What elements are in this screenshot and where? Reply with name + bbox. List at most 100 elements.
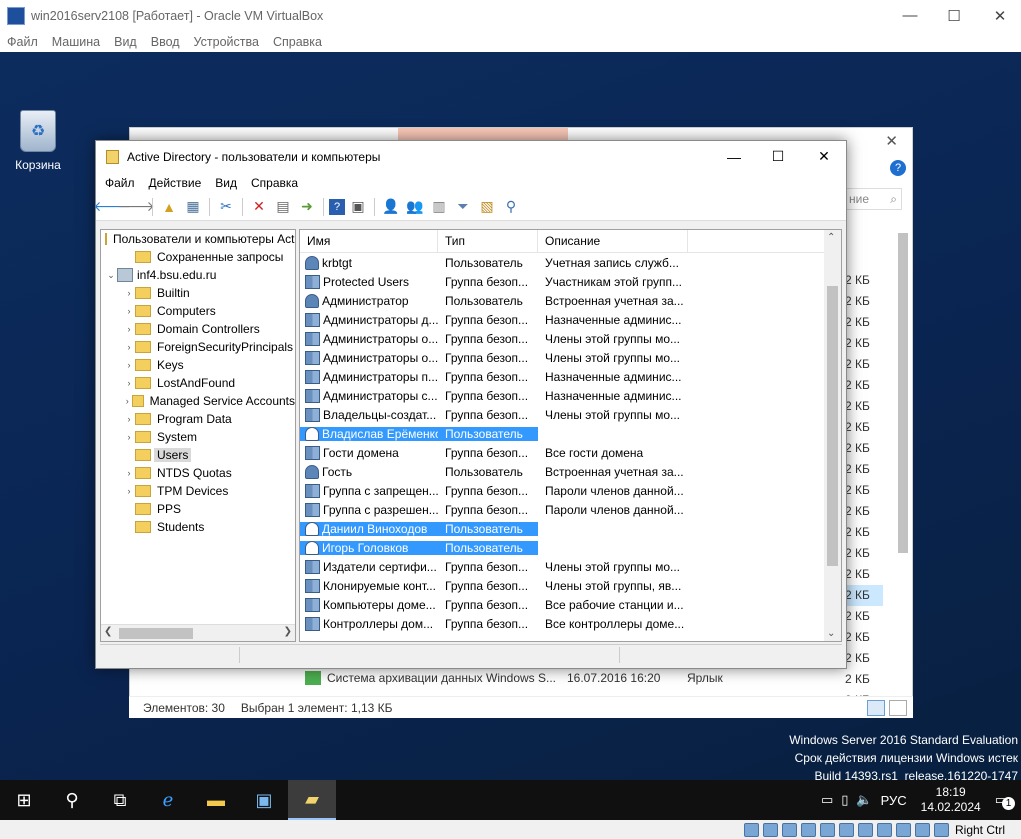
expand-arrow-icon[interactable]: › — [123, 378, 135, 388]
list-pane[interactable]: Имя Тип Описание krbtgt Пользователь Учетн… — [299, 229, 842, 642]
filter-icon[interactable]: ⏷ — [452, 196, 474, 218]
tree-item[interactable]: › NTDS Quotas — [101, 464, 295, 482]
ad-close-button[interactable]: ✕ — [801, 141, 847, 172]
list-row[interactable]: Администратор Пользователь Встроенная учет… — [300, 291, 841, 310]
list-row[interactable]: Компьютеры доме... Группа безоп... Все раб… — [300, 595, 841, 614]
search-box-text[interactable]: ние — [849, 192, 869, 206]
column-header-name[interactable]: Имя — [300, 230, 438, 253]
internet-explorer-icon[interactable]: ℯ — [144, 780, 192, 820]
tree-item[interactable]: PPS — [101, 500, 295, 518]
expand-arrow-icon[interactable]: › — [123, 486, 135, 496]
list-row[interactable]: Гость Пользователь Встроенная учетная за..… — [300, 462, 841, 481]
list-row[interactable]: Гости домена Группа безоп... Все гости дом… — [300, 443, 841, 462]
start-button[interactable]: ⊞ — [0, 780, 48, 820]
ad-minimize-button[interactable]: — — [711, 141, 757, 172]
tree-pane[interactable]: Пользователи и компьютеры Active Directo… — [100, 229, 296, 642]
properties-icon[interactable]: ▤ — [272, 196, 294, 218]
expand-arrow-icon[interactable]: › — [123, 414, 135, 424]
virtualization-status-icon[interactable] — [895, 822, 911, 837]
tree-item[interactable]: › Program Data — [101, 410, 295, 428]
tree-item[interactable]: › LostAndFound — [101, 374, 295, 392]
column-header-description[interactable]: Описание — [538, 230, 688, 253]
list-row[interactable]: Группа с разрешен... Группа безоп... Парол… — [300, 500, 841, 519]
help-toolbar-icon[interactable]: ? — [329, 198, 345, 215]
list-row[interactable]: Администраторы с... Группа безоп... Назнач… — [300, 386, 841, 405]
list-row[interactable]: Клонируемые конт... Группа безоп... Члены … — [300, 576, 841, 595]
tree-item[interactable]: › ForeignSecurityPrincipals — [101, 338, 295, 356]
help-icon[interactable]: ? — [890, 160, 906, 176]
cut-icon[interactable]: ✂ — [215, 196, 237, 218]
keyboard-capture-icon[interactable] — [933, 822, 949, 837]
display-status-icon[interactable] — [857, 822, 873, 837]
find-users-icon[interactable]: ⚲ — [500, 196, 522, 218]
ad-taskbar-icon[interactable]: ▰ — [288, 780, 336, 820]
tree-item[interactable]: › Managed Service Accounts — [101, 392, 295, 410]
recycle-bin-shortcut[interactable]: ♻ Корзина — [10, 110, 66, 172]
vbox-menu-help[interactable]: Справка — [266, 35, 329, 49]
tree-item[interactable]: › Domain Controllers — [101, 320, 295, 338]
network-status-icon[interactable] — [800, 822, 816, 837]
new-user-icon[interactable]: 👤 — [380, 196, 402, 218]
language-indicator[interactable]: РУС — [877, 793, 911, 808]
list-row[interactable]: Администраторы о... Группа безоп... Члены … — [300, 348, 841, 367]
expand-arrow-icon[interactable]: › — [123, 360, 135, 370]
show-tree-icon[interactable]: ▦ — [182, 196, 204, 218]
ad-menu-file[interactable]: Файл — [98, 176, 142, 190]
clock[interactable]: 18:19 14.02.2024 — [911, 785, 991, 815]
list-row[interactable]: Владислав Ерёменко Пользователь — [300, 424, 841, 443]
vbox-menu-machine[interactable]: Машина — [45, 35, 107, 49]
maximize-button[interactable]: ☐ — [931, 0, 977, 31]
export-list-icon[interactable]: ➜ — [296, 196, 318, 218]
expand-arrow-icon[interactable]: › — [123, 432, 135, 442]
explorer-file-row[interactable]: Система архивации данных Windows S... 16… — [305, 668, 865, 688]
tree-item[interactable]: › Builtin — [101, 284, 295, 302]
file-explorer-icon[interactable]: ▬ — [192, 780, 240, 820]
expand-arrow-icon[interactable]: › — [123, 468, 135, 478]
tree-item[interactable]: Students — [101, 518, 295, 536]
up-folder-icon[interactable]: ▲ — [158, 196, 180, 218]
list-row[interactable]: Игорь Головков Пользователь — [300, 538, 841, 557]
shared-folders-icon[interactable] — [838, 822, 854, 837]
ad-menu-help[interactable]: Справка — [244, 176, 305, 190]
tree-item[interactable]: Сохраненные запросы — [101, 248, 295, 266]
list-row[interactable]: Группа с запрещен... Группа безоп... Парол… — [300, 481, 841, 500]
tree-horizontal-scrollbar[interactable]: ❮ ❯ — [101, 624, 295, 641]
new-ou-icon[interactable]: ▥ — [428, 196, 450, 218]
list-row[interactable]: Protected Users Группа безоп... Участникам… — [300, 272, 841, 291]
tree-item[interactable]: Users — [101, 446, 295, 464]
volume-icon[interactable]: 🔈 — [852, 792, 876, 808]
list-row[interactable]: Администраторы д... Группа безоп... Назнач… — [300, 310, 841, 329]
usb-status-icon[interactable] — [819, 822, 835, 837]
action-pane-icon[interactable]: ▣ — [347, 196, 369, 218]
expand-arrow-icon[interactable]: › — [123, 306, 135, 316]
ad-maximize-button[interactable]: ☐ — [755, 141, 801, 172]
list-row[interactable]: Даниил Виноходов Пользователь — [300, 519, 841, 538]
vbox-menu-file[interactable]: Файл — [0, 35, 45, 49]
tree-item[interactable]: › TPM Devices — [101, 482, 295, 500]
column-header-type[interactable]: Тип — [438, 230, 538, 253]
ad-users-computers-window[interactable]: Active Directory - пользователи и компью… — [93, 140, 847, 669]
network-icon[interactable]: ▭ — [817, 792, 837, 808]
recording-status-icon[interactable] — [876, 822, 892, 837]
expand-arrow-icon[interactable]: › — [123, 342, 135, 352]
list-row[interactable]: krbtgt Пользователь Учетная запись служб..… — [300, 253, 841, 272]
ad-menu-view[interactable]: Вид — [208, 176, 244, 190]
list-vertical-scrollbar[interactable]: ⌃ ⌄ — [824, 230, 841, 641]
list-row[interactable]: Владельцы-создат... Группа безоп... Члены … — [300, 405, 841, 424]
vbox-menu-input[interactable]: Ввод — [144, 35, 187, 49]
close-button[interactable]: ✕ — [977, 0, 1021, 31]
delete-icon[interactable]: ✕ — [248, 196, 270, 218]
list-row[interactable]: Контроллеры дом... Группа безоп... Все кон… — [300, 614, 841, 633]
list-row[interactable]: Администраторы п... Группа безоп... Назнач… — [300, 367, 841, 386]
ad-menu-action[interactable]: Действие — [142, 176, 209, 190]
expand-arrow-icon[interactable]: › — [123, 324, 135, 334]
tree-item[interactable]: › Keys — [101, 356, 295, 374]
details-view-icon[interactable] — [867, 699, 885, 716]
power-icon[interactable]: ▯ — [837, 792, 852, 808]
new-group-icon[interactable]: 👥 — [404, 196, 426, 218]
expand-arrow-icon[interactable]: › — [123, 396, 132, 406]
tree-item[interactable]: › System — [101, 428, 295, 446]
search-taskbar-icon[interactable]: ⚲ — [48, 780, 96, 820]
list-row[interactable]: Администраторы о... Группа безоп... Члены … — [300, 329, 841, 348]
tree-item[interactable]: › Computers — [101, 302, 295, 320]
